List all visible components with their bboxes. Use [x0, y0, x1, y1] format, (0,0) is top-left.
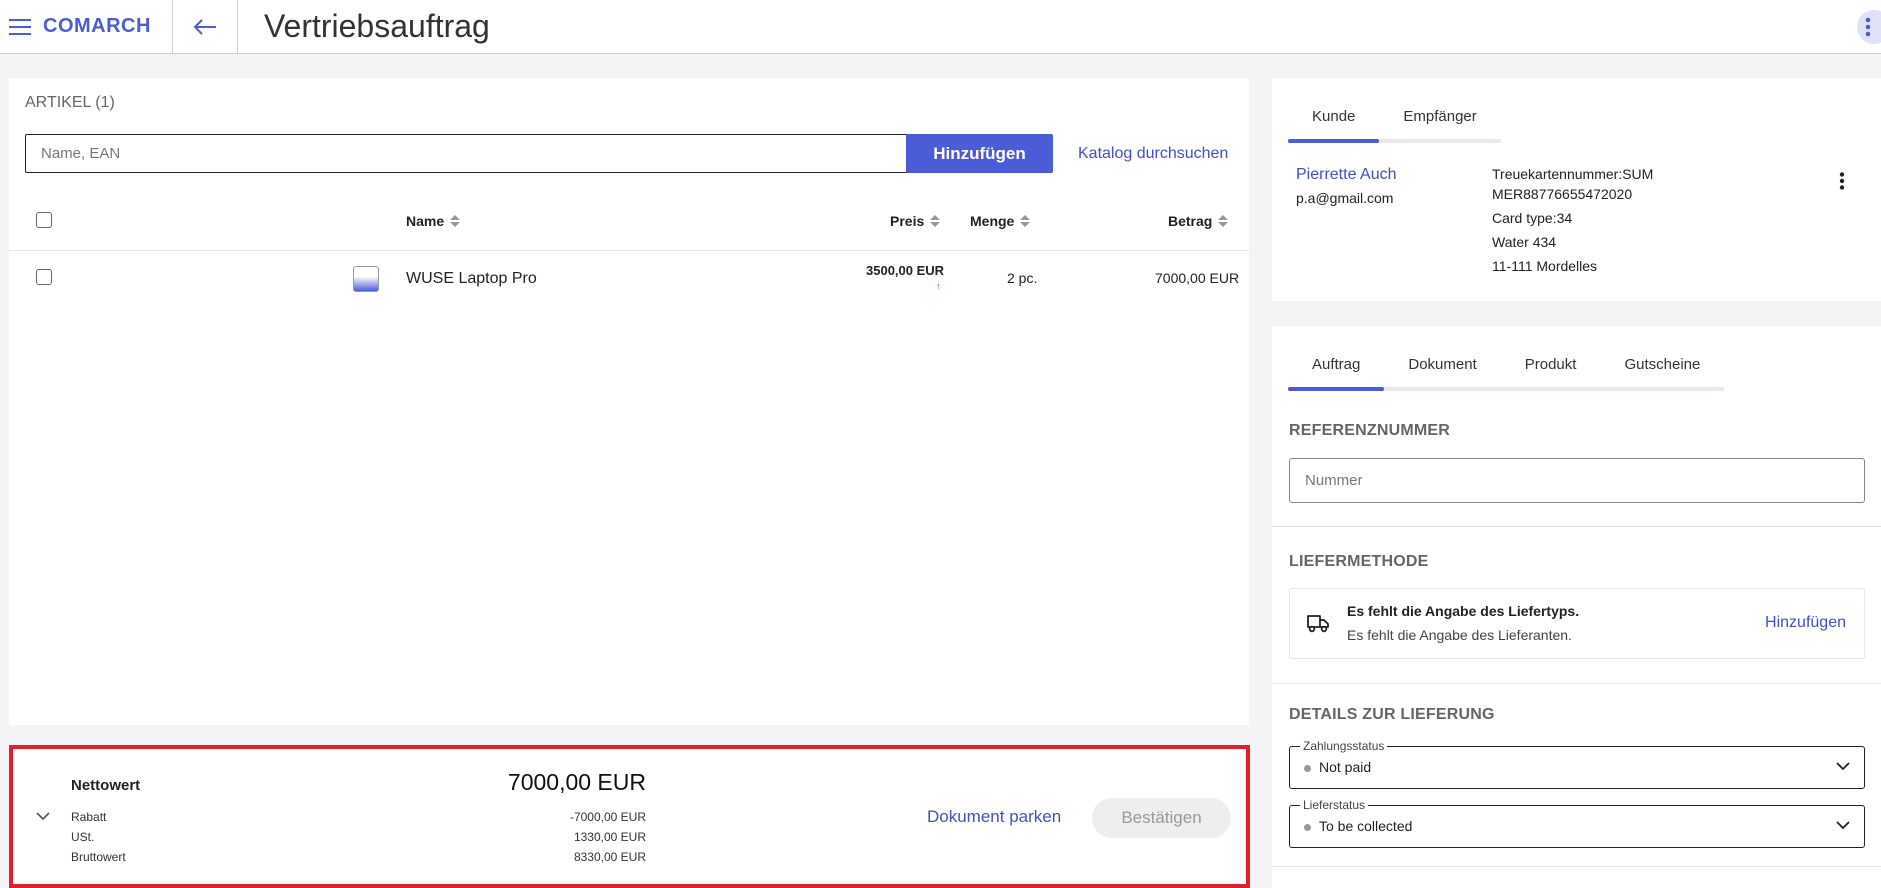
customer-options-kebab-icon[interactable] — [1839, 172, 1845, 190]
vat-value: 1330,00 EUR — [573, 830, 646, 844]
articles-title: ARTIKEL (1) — [25, 94, 115, 111]
table-divider — [9, 250, 1249, 251]
confirm-button[interactable]: Bestätigen — [1092, 798, 1231, 838]
comarch-logo[interactable]: COMARCH — [43, 15, 151, 38]
customer-city: 11-111 Mordelles — [1492, 258, 1598, 274]
tab-document[interactable]: Dokument — [1384, 356, 1500, 387]
browse-catalog-link[interactable]: Katalog durchsuchen — [1078, 145, 1228, 163]
hamburger-icon — [9, 18, 31, 35]
park-document-link[interactable]: Dokument parken — [927, 807, 1061, 827]
delivery-method-title: LIEFERMETHODE — [1289, 553, 1429, 570]
kebab-icon — [1865, 17, 1871, 37]
payment-status-select[interactable]: Zahlungsstatus Not paid — [1289, 739, 1865, 789]
order-tabs: Auftrag Dokument Produkt Gutscheine — [1288, 356, 1725, 391]
delivery-status-select[interactable]: Lieferstatus To be collected — [1289, 798, 1865, 848]
customer-name-link[interactable]: Pierrette Auch — [1296, 166, 1397, 184]
price-change-arrow-icon: ↑ — [936, 281, 941, 291]
app-header: COMARCH Vertriebsauftrag — [0, 0, 1881, 54]
column-header-quantity[interactable]: Menge — [970, 213, 1031, 229]
sort-icon — [450, 215, 461, 227]
order-details-panel: Auftrag Dokument Produkt Gutscheine REFE… — [1272, 326, 1881, 888]
order-summary: Nettowert 7000,00 EUR Rabatt -7000,00 EU… — [9, 745, 1250, 888]
more-options-button[interactable] — [1857, 10, 1881, 44]
card-type: Card type:34 — [1492, 210, 1573, 226]
customer-tabs: Kunde Empfänger — [1288, 108, 1501, 143]
customer-panel: Kunde Empfänger Pierrette Auch p.a@gmail… — [1272, 78, 1881, 301]
net-value: 7000,00 EUR — [507, 769, 646, 795]
delivery-method-box: Es fehlt die Angabe des Liefertyps. Es f… — [1289, 588, 1865, 659]
header-divider — [236, 0, 238, 54]
sort-icon — [1218, 215, 1229, 227]
tab-recipient[interactable]: Empfänger — [1379, 108, 1500, 139]
sort-icon — [930, 215, 941, 227]
status-dot — [1304, 765, 1311, 772]
column-header-name-label: Name — [406, 213, 445, 229]
section-divider — [1272, 866, 1881, 867]
tab-customer[interactable]: Kunde — [1288, 108, 1380, 143]
delivery-type-missing: Es fehlt die Angabe des Liefertyps. — [1347, 603, 1580, 619]
status-dot — [1304, 824, 1311, 831]
delivery-details-title: DETAILS ZUR LIEFERUNG — [1289, 706, 1495, 723]
payment-status-label: Zahlungsstatus — [1300, 739, 1388, 753]
reference-number-input[interactable] — [1289, 458, 1865, 503]
column-header-amount[interactable]: Betrag — [1168, 213, 1229, 229]
loyalty-card-line1: Treuekartennummer:SUM — [1492, 166, 1654, 182]
section-divider — [1272, 683, 1881, 684]
add-delivery-method-link[interactable]: Hinzufügen — [1765, 614, 1846, 632]
gross-value-label: Bruttowert — [71, 850, 126, 864]
column-header-name[interactable]: Name — [406, 213, 461, 229]
arrow-left-icon — [193, 18, 216, 35]
column-header-price[interactable]: Preis — [890, 213, 941, 229]
product-name[interactable]: WUSE Laptop Pro — [406, 270, 537, 288]
column-header-price-label: Preis — [890, 213, 925, 229]
discount-label: Rabatt — [71, 810, 107, 824]
customer-email: p.a@gmail.com — [1296, 190, 1394, 206]
section-divider — [1272, 526, 1881, 527]
product-amount: 7000,00 EUR — [1155, 270, 1240, 286]
column-header-amount-label: Betrag — [1168, 213, 1213, 229]
tab-product[interactable]: Produkt — [1501, 356, 1601, 387]
discount-value: -7000,00 EUR — [569, 810, 646, 824]
payment-status-value: Not paid — [1319, 759, 1372, 775]
reference-number-title: REFERENZNUMMER — [1289, 422, 1451, 439]
row-checkbox[interactable] — [36, 269, 52, 285]
product-price: 3500,00 EUR — [866, 263, 945, 278]
menu-button[interactable] — [0, 0, 40, 54]
sort-icon — [1020, 215, 1031, 227]
chevron-down-icon — [1836, 762, 1850, 771]
delivery-status-label: Lieferstatus — [1300, 798, 1369, 812]
net-value-label: Nettowert — [71, 777, 141, 794]
tab-vouchers[interactable]: Gutscheine — [1600, 356, 1724, 387]
tab-order[interactable]: Auftrag — [1288, 356, 1385, 391]
gross-value: 8330,00 EUR — [573, 850, 646, 864]
delivery-status-value: To be collected — [1319, 818, 1413, 834]
product-quantity[interactable]: 2 pc. — [1007, 270, 1037, 286]
customer-street: Water 434 — [1492, 234, 1557, 250]
page-title: Vertriebsauftrag — [263, 8, 490, 44]
truck-icon — [1307, 615, 1329, 633]
chevron-down-icon[interactable] — [36, 811, 50, 821]
chevron-down-icon — [1836, 821, 1850, 830]
select-all-checkbox[interactable] — [36, 212, 52, 228]
back-button[interactable] — [173, 0, 237, 54]
column-header-quantity-label: Menge — [970, 213, 1015, 229]
articles-panel: ARTIKEL (1) Hinzufügen Katalog durchsuch… — [9, 78, 1249, 725]
delivery-supplier-missing: Es fehlt die Angabe des Lieferanten. — [1347, 627, 1572, 643]
vat-label: USt. — [71, 830, 95, 844]
product-thumbnail — [353, 266, 379, 292]
article-search-input[interactable] — [25, 134, 907, 173]
add-article-button[interactable]: Hinzufügen — [906, 134, 1053, 173]
loyalty-card-line2: MER88776655472020 — [1492, 186, 1633, 202]
